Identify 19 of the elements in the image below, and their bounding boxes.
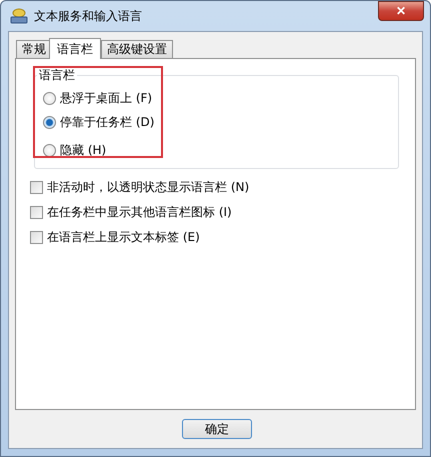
checkbox[interactable] xyxy=(30,181,43,194)
radio-label: 停靠于任务栏 (D) xyxy=(60,114,154,130)
close-button[interactable]: ✕ xyxy=(378,1,424,21)
radio-label: 悬浮于桌面上 (F) xyxy=(60,90,152,106)
window-title: 文本服务和输入语言 xyxy=(34,8,142,24)
radio-button[interactable] xyxy=(43,116,56,128)
tab[interactable]: 常规 xyxy=(16,40,52,58)
radio-label: 隐藏 (H) xyxy=(60,142,106,158)
tab[interactable]: 语言栏 xyxy=(49,38,101,59)
radio-button[interactable] xyxy=(43,92,56,104)
checkbox-label: 非活动时，以透明状态显示语言栏 (N) xyxy=(47,179,250,196)
radio-button[interactable] xyxy=(43,144,56,156)
checkbox-label: 在语言栏上显示文本标签 (E) xyxy=(47,229,200,246)
checkbox[interactable] xyxy=(30,231,43,244)
tab[interactable]: 高级键设置 xyxy=(101,40,173,58)
group-title: 语言栏 xyxy=(38,67,76,84)
checkbox[interactable] xyxy=(30,206,43,219)
checkbox-label: 在任务栏中显示其他语言栏图标 (I) xyxy=(47,204,232,221)
ok-button[interactable]: 确定 xyxy=(182,419,252,439)
